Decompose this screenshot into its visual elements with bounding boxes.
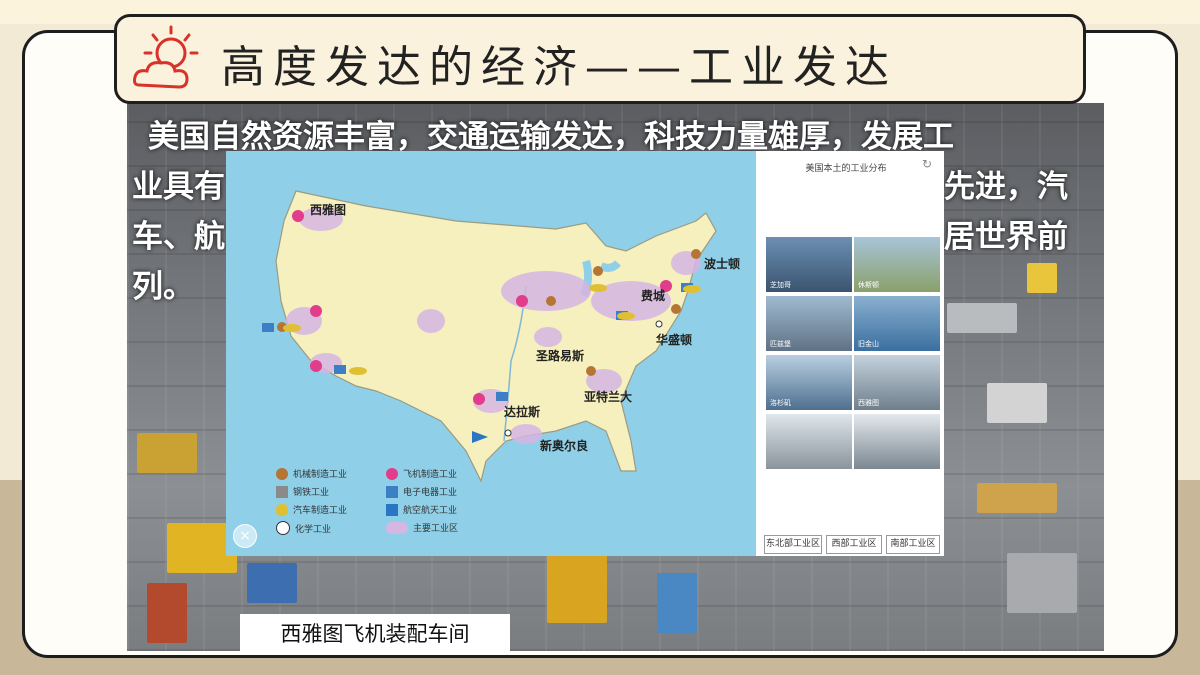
city-label-dallas: 达拉斯 [504, 405, 541, 419]
airplane-icon [386, 467, 398, 480]
slide-title: 高度发达的经济——工业发达 [221, 42, 897, 93]
steel-icon [276, 485, 288, 498]
usa-landmass [275, 190, 717, 483]
city-label-atlanta: 亚特兰大 [584, 390, 633, 404]
northeast-region-button[interactable]: 东北部工业区 [764, 535, 822, 554]
paragraph-line-2-tail: 先进，汽 [944, 169, 1068, 205]
legend-item: 主要工业区 [386, 521, 458, 534]
city-label-seattle: 西雅图 [310, 203, 347, 217]
legend-item: 电子电器工业 [386, 485, 457, 498]
legend-item: 汽车制造工业 [276, 503, 347, 516]
thumbnail-pittsburgh[interactable]: 匹兹堡 [766, 296, 852, 351]
legend-item: 航空航天工业 [386, 503, 457, 516]
car-icon [276, 503, 288, 516]
south-region-button[interactable]: 南部工业区 [886, 535, 940, 554]
thumbnail-houston[interactable]: 休斯顿 [854, 237, 940, 292]
thumbnail-city-skyline-1[interactable] [766, 414, 852, 469]
legend-item: 化学工业 [276, 521, 331, 535]
west-region-button[interactable]: 西部工业区 [826, 535, 882, 554]
city-label-philadelphia: 费城 [641, 289, 666, 303]
thumbnail-seattle[interactable]: 西雅图 [854, 355, 940, 410]
flask-icon [276, 521, 290, 535]
aerospace-icon [386, 503, 398, 516]
city-label-washington: 华盛顿 [656, 333, 693, 347]
region-icon [386, 521, 408, 534]
refresh-icon[interactable]: ↻ [922, 157, 932, 171]
thumbnail-san-francisco[interactable]: 旧金山 [854, 296, 940, 351]
side-panel-title: 美国本土的工业分布 [805, 164, 887, 174]
sun-cloud-icon [133, 25, 199, 89]
legend-item: 机械制造工业 [276, 467, 347, 480]
electronics-icon [386, 485, 398, 498]
industry-map-popup[interactable]: 西雅图 波士顿 费城 华盛顿 圣路易斯 亚特兰大 达拉斯 新奥尔良 机械制造工业… [226, 151, 756, 556]
city-label-new-orleans: 新奥尔良 [540, 439, 589, 453]
legend-item: 飞机制造工业 [386, 467, 457, 480]
gear-icon [276, 467, 288, 480]
thumbnail-chicago[interactable]: 芝加哥 [766, 237, 852, 292]
city-label-boston: 波士顿 [704, 257, 741, 271]
legend-item: 钢铁工业 [276, 485, 329, 498]
thumbnail-los-angeles[interactable]: 洛杉矶 [766, 355, 852, 410]
paragraph-line-3-tail: 居世界前 [944, 219, 1068, 255]
title-banner: 高度发达的经济——工业发达 [114, 14, 1086, 104]
thumbnail-city-skyline-2[interactable] [854, 414, 940, 469]
city-label-st-louis: 圣路易斯 [536, 349, 585, 363]
photo-caption: 西雅图飞机装配车间 [240, 614, 510, 654]
industry-side-panel: 美国本土的工业分布 ↻ 芝加哥 休斯顿 匹兹堡 旧金山 洛杉矶 西雅图 东北部工… [756, 151, 944, 556]
close-button[interactable]: × [233, 524, 257, 548]
